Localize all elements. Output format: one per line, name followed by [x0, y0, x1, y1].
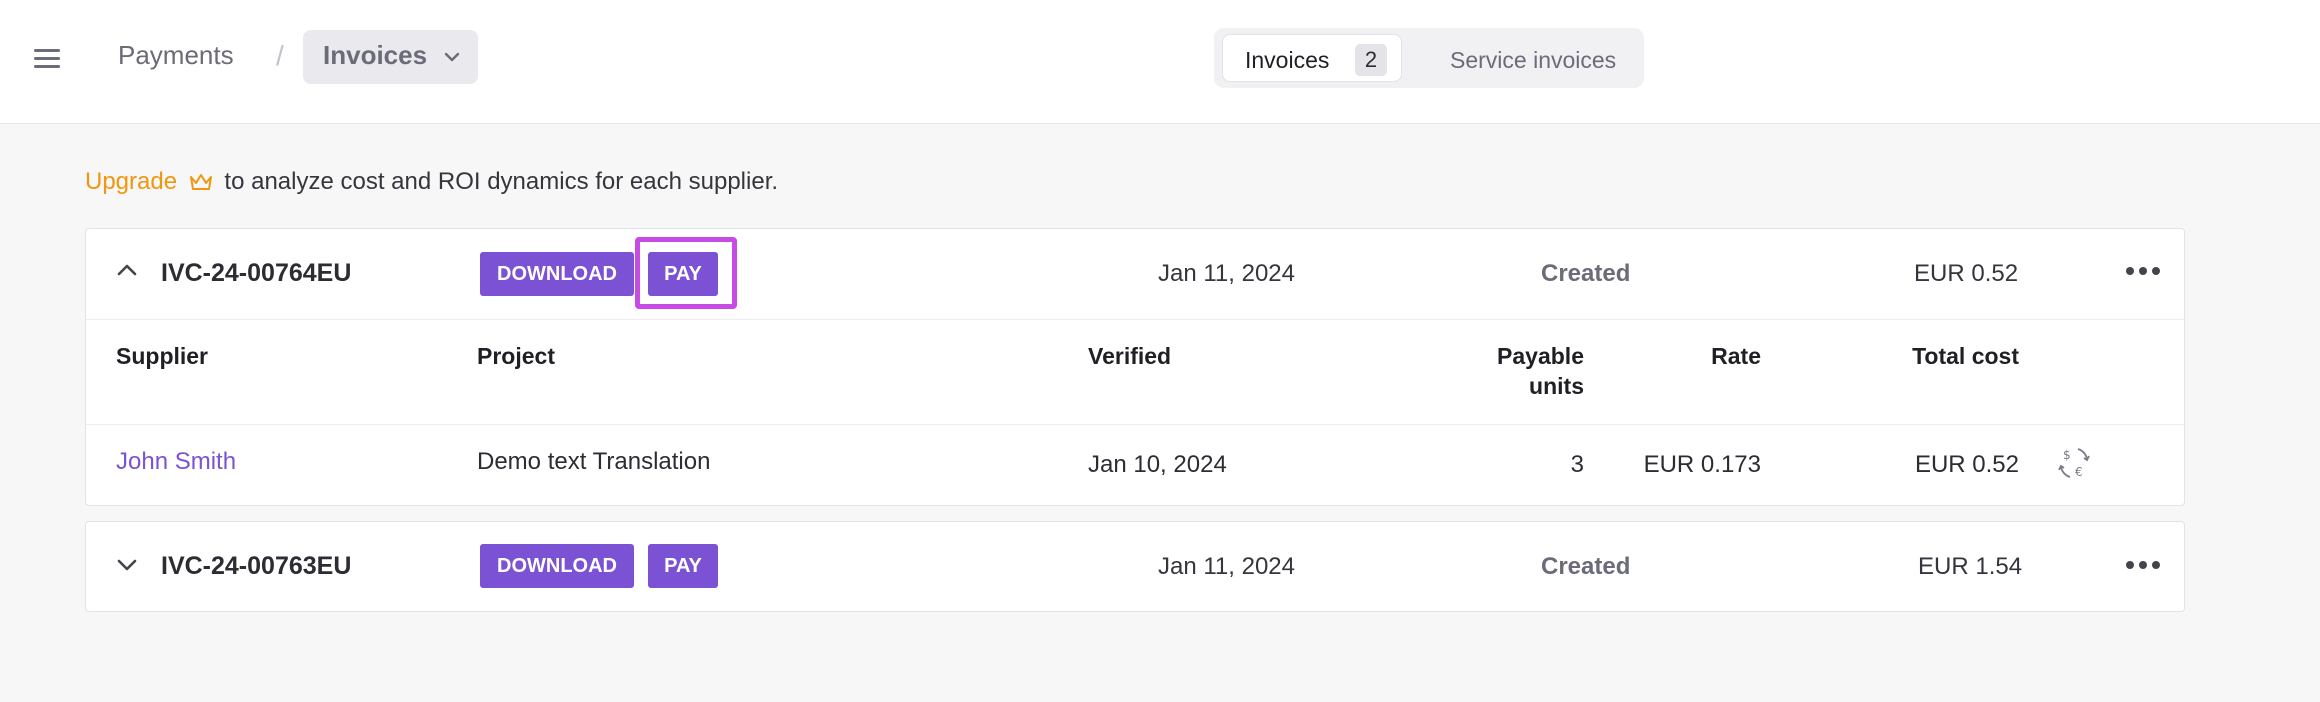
breadcrumb-payments[interactable]: Payments	[118, 40, 234, 71]
project-name: Demo text Translation	[477, 448, 711, 475]
chevron-down-icon[interactable]	[114, 554, 140, 576]
upgrade-link[interactable]: Upgrade	[85, 168, 177, 195]
pay-button[interactable]: PAY	[648, 544, 718, 588]
invoice-id: IVC-24-00763EU	[161, 552, 352, 580]
top-bar: Payments / Invoices Invoices 2 Service i…	[0, 0, 2320, 124]
column-header-rate: Rate	[1711, 343, 1761, 369]
invoice-date: Jan 11, 2024	[1158, 553, 1296, 580]
invoice-card: IVC-24-00764EU DOWNLOAD PAY Jan 11, 2024…	[85, 228, 2185, 506]
svg-text:$: $	[2063, 448, 2071, 462]
chevron-up-icon[interactable]	[114, 259, 140, 281]
column-header-project: Project	[477, 343, 555, 369]
chevron-down-icon	[444, 52, 460, 62]
svg-text:€: €	[2075, 465, 2083, 479]
download-button[interactable]: DOWNLOAD	[480, 544, 634, 588]
pay-button-highlight	[635, 237, 737, 309]
invoice-type-tabs: Invoices 2 Service invoices	[1214, 28, 1644, 88]
tab-invoices[interactable]: Invoices 2	[1222, 34, 1402, 82]
column-header-payable-units-line2: units	[1529, 373, 1584, 399]
tab-service-invoices-label: Service invoices	[1450, 47, 1617, 73]
total-cost-value: EUR 0.52	[1914, 451, 2019, 478]
column-header-payable-units-line1: Payable	[1497, 343, 1584, 369]
rate-value: EUR 0.173	[1643, 451, 1761, 478]
tab-invoices-label: Invoices	[1245, 47, 1330, 73]
card-divider	[86, 319, 2184, 320]
menu-icon[interactable]	[32, 44, 62, 74]
currency-exchange-icon[interactable]: $ €	[2056, 445, 2092, 481]
supplier-link[interactable]: John Smith	[116, 448, 236, 476]
invoice-id: IVC-24-00764EU	[161, 259, 352, 287]
breadcrumb-current-label: Invoices	[323, 40, 428, 70]
column-header-total-cost: Total cost	[1912, 343, 2019, 369]
invoice-date: Jan 11, 2024	[1158, 260, 1296, 287]
download-button[interactable]: DOWNLOAD	[480, 252, 634, 296]
upgrade-banner: Upgrade to analyze cost and ROI dynamics…	[85, 168, 778, 196]
more-options-icon[interactable]	[2126, 559, 2160, 571]
breadcrumb-separator: /	[276, 40, 284, 71]
header-divider	[86, 424, 2184, 425]
breadcrumb-invoices-dropdown[interactable]: Invoices	[303, 30, 478, 84]
verified-date: Jan 10, 2024	[1088, 451, 1227, 478]
column-header-verified: Verified	[1088, 343, 1172, 369]
column-header-supplier: Supplier	[116, 343, 209, 369]
invoice-status: Created	[1541, 260, 1631, 287]
column-header-payable-units: Payable units	[1497, 341, 1584, 401]
invoice-status: Created	[1541, 553, 1631, 580]
upgrade-banner-text: to analyze cost and ROI dynamics for eac…	[224, 168, 779, 195]
payable-units: 3	[1570, 451, 1584, 478]
more-options-icon[interactable]	[2126, 265, 2160, 277]
invoice-card: IVC-24-00763EU DOWNLOAD PAY Jan 11, 2024…	[85, 521, 2185, 612]
invoice-amount: EUR 1.54	[1918, 553, 2023, 580]
invoice-count-badge: 2	[1355, 44, 1387, 76]
invoice-amount: EUR 0.52	[1914, 260, 2019, 287]
tab-service-invoices[interactable]: Service invoices	[1426, 34, 1634, 82]
crown-icon	[189, 174, 212, 190]
